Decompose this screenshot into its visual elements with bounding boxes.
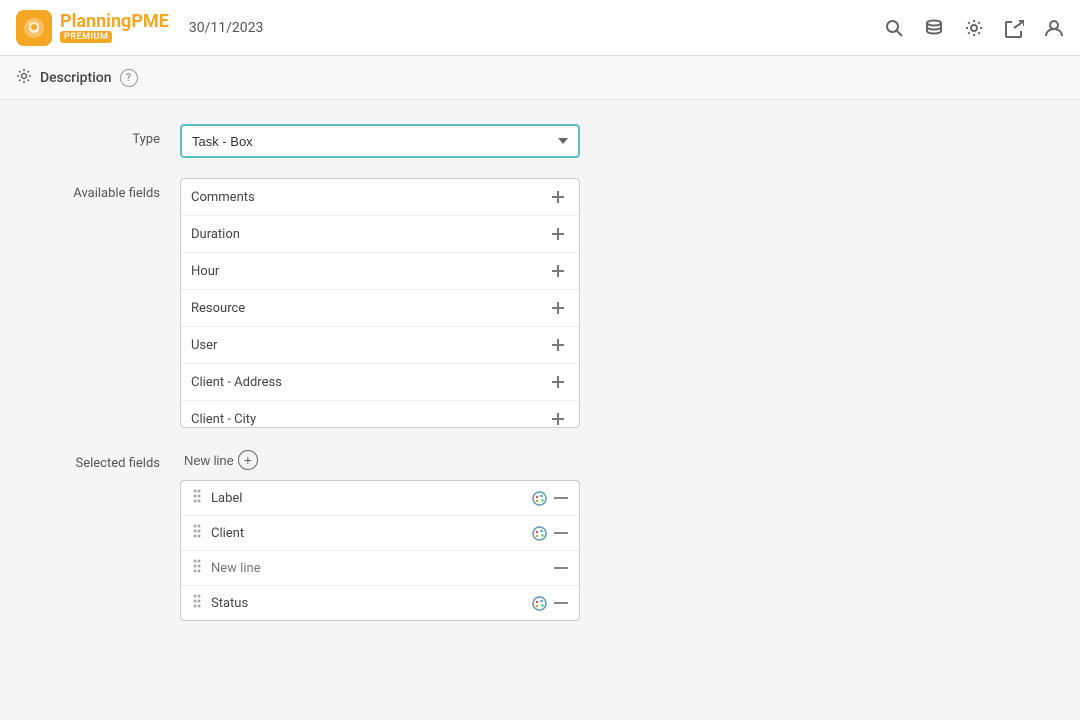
palette-button[interactable] — [532, 491, 547, 506]
field-item-name: User — [191, 338, 217, 353]
header-left: PlanningPME PREMIUM 30/11/2023 — [16, 10, 263, 46]
selected-fields-header: New line + — [180, 448, 1040, 472]
type-select[interactable]: Task - Box Task - Line Event - Box Event… — [180, 124, 580, 158]
selected-fields-row: Selected fields New line + Label — [40, 448, 1040, 621]
available-field-item: Duration — [181, 216, 579, 253]
item-action-btns — [553, 566, 569, 570]
type-row: Type Task - Box Task - Line Event - Box … — [40, 124, 1040, 158]
field-item-name: Comments — [191, 190, 255, 205]
field-add-button[interactable] — [547, 297, 569, 319]
remove-item-button[interactable] — [553, 496, 569, 500]
selected-item-name: Status — [211, 596, 524, 611]
share-icon[interactable] — [1004, 18, 1024, 38]
field-item-name: Client - Address — [191, 375, 282, 390]
header: PlanningPME PREMIUM 30/11/2023 — [0, 0, 1080, 56]
field-item-name: Hour — [191, 264, 219, 279]
gear-sub-icon — [16, 68, 32, 88]
available-field-item: Client - City — [181, 401, 579, 428]
available-fields-list: Comments Duration Hour Resource — [181, 179, 579, 428]
selected-fields-label: Selected fields — [40, 448, 180, 471]
selected-new-line-item: New line — [181, 551, 579, 586]
available-field-item: User — [181, 327, 579, 364]
search-icon[interactable] — [884, 18, 904, 38]
help-icon[interactable]: ? — [120, 69, 138, 87]
selected-item-name: Label — [211, 491, 524, 506]
field-add-button[interactable] — [547, 223, 569, 245]
selected-item-name: Client — [211, 526, 524, 541]
available-fields-field: Comments Duration Hour Resource — [180, 178, 1040, 428]
header-date: 30/11/2023 — [189, 20, 264, 36]
available-field-item: Hour — [181, 253, 579, 290]
selected-field-item: Label — [181, 481, 579, 516]
field-add-button[interactable] — [547, 408, 569, 428]
palette-button[interactable] — [532, 596, 547, 611]
selected-container: Label — [180, 480, 580, 621]
logo: PlanningPME PREMIUM — [16, 10, 169, 46]
available-field-item: Client - Address — [181, 364, 579, 401]
remove-item-button[interactable] — [553, 531, 569, 535]
sub-header: Description ? — [0, 56, 1080, 100]
available-fields-container: Comments Duration Hour Resource — [180, 178, 580, 428]
logo-text: PlanningPME PREMIUM — [60, 13, 169, 43]
database-icon[interactable] — [924, 18, 944, 38]
main-content: Type Task - Box Task - Line Event - Box … — [0, 100, 1080, 720]
palette-button[interactable] — [532, 526, 547, 541]
settings-icon[interactable] — [964, 18, 984, 38]
logo-icon — [16, 10, 52, 46]
available-field-item: Comments — [181, 179, 579, 216]
drag-handle-icon — [191, 558, 203, 578]
selected-item-name: New line — [211, 561, 545, 576]
field-add-button[interactable] — [547, 260, 569, 282]
drag-handle-icon — [191, 593, 203, 613]
user-icon[interactable] — [1044, 18, 1064, 38]
type-label: Type — [40, 124, 180, 147]
plus-circle-icon: + — [238, 450, 258, 470]
remove-item-button[interactable] — [553, 601, 569, 605]
available-fields-row: Available fields Comments Duration Hour — [40, 178, 1040, 428]
field-item-name: Duration — [191, 227, 240, 242]
field-item-name: Client - City — [191, 412, 256, 427]
selected-field-item: Status — [181, 586, 579, 620]
field-add-button[interactable] — [547, 186, 569, 208]
selected-list: Label — [181, 481, 579, 620]
header-icons — [884, 18, 1064, 38]
drag-handle-icon — [191, 488, 203, 508]
drag-handle-icon — [191, 523, 203, 543]
logo-planning-text: PlanningPME — [60, 13, 169, 31]
type-field: Task - Box Task - Line Event - Box Event… — [180, 124, 1040, 158]
logo-premium-badge: PREMIUM — [60, 31, 112, 43]
sub-header-title: Description — [40, 70, 112, 86]
remove-item-button[interactable] — [553, 566, 569, 570]
available-field-item: Resource — [181, 290, 579, 327]
new-line-button[interactable]: New line + — [180, 448, 262, 472]
selected-field-item: Client — [181, 516, 579, 551]
new-line-label: New line — [184, 453, 234, 468]
field-add-button[interactable] — [547, 334, 569, 356]
item-action-btns — [532, 596, 569, 611]
field-item-name: Resource — [191, 301, 245, 316]
available-fields-label: Available fields — [40, 178, 180, 201]
field-add-button[interactable] — [547, 371, 569, 393]
item-action-btns — [532, 526, 569, 541]
selected-fields-field: New line + Label — [180, 448, 1040, 621]
item-action-btns — [532, 491, 569, 506]
